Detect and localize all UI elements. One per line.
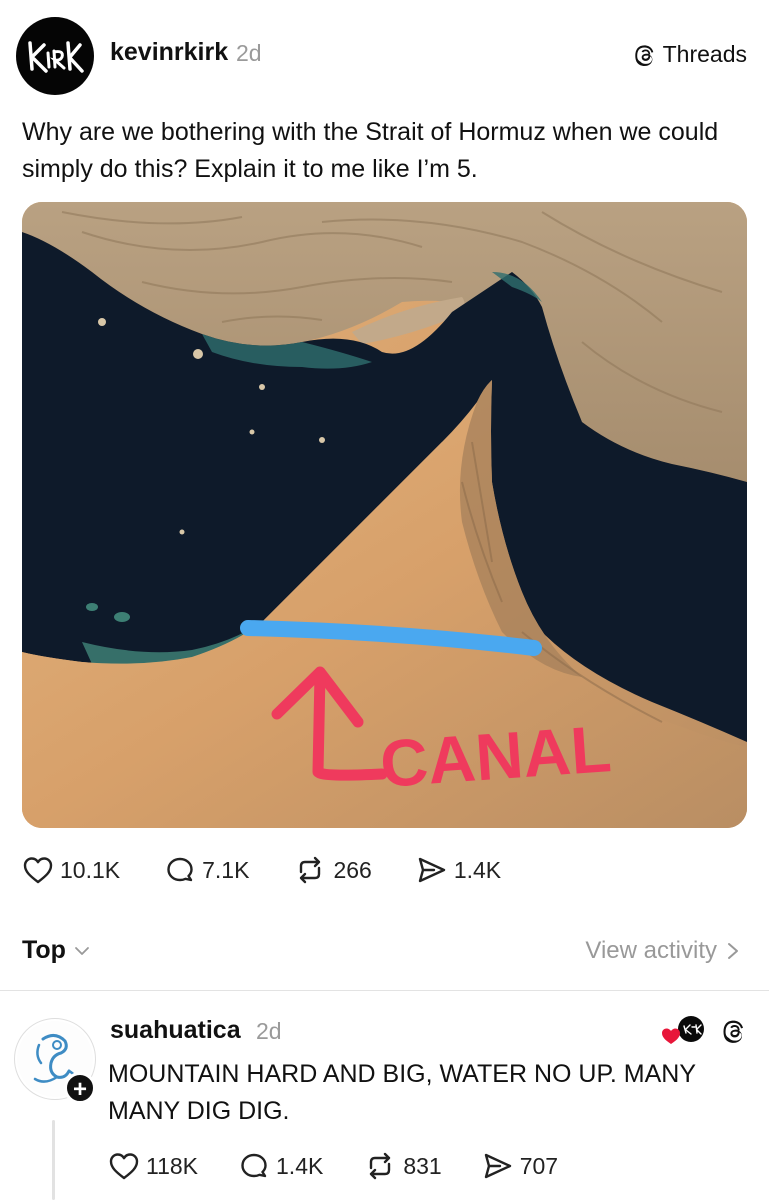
reply-share-button[interactable]: 707	[482, 1150, 558, 1182]
repost-icon	[300, 856, 321, 884]
like-button[interactable]: 10.1K	[22, 855, 120, 885]
comment-button[interactable]: 7.1K	[164, 854, 249, 886]
reply-repost-button[interactable]: 831	[363, 1150, 442, 1182]
reply-like-button[interactable]: 118K	[108, 1151, 198, 1181]
threads-badge-label: Threads	[662, 41, 747, 67]
comment-bubble-icon	[241, 1153, 267, 1178]
author-avatar[interactable]	[16, 17, 94, 95]
like-count: 10.1K	[60, 856, 121, 883]
repost-count: 266	[333, 856, 372, 883]
share-button[interactable]: 1.4K	[416, 854, 501, 886]
post-text: Why are we bothering with the Strait of …	[22, 118, 719, 183]
chevron-right-icon	[728, 943, 738, 959]
reply-comment-count: 1.4K	[276, 1152, 324, 1179]
section-divider	[0, 990, 769, 991]
send-icon	[418, 857, 446, 883]
threads-logo-icon[interactable]	[721, 1018, 747, 1044]
comment-count: 7.1K	[202, 856, 250, 883]
reply-repost-count: 831	[403, 1152, 442, 1179]
liked-by-author-icon[interactable]	[659, 1014, 709, 1048]
threads-badge[interactable]: Threads	[633, 41, 747, 68]
author-username[interactable]: kevinrkirk	[110, 38, 228, 67]
post-image-map[interactable]: CANAL	[22, 202, 747, 828]
kirk-logo	[28, 41, 84, 73]
reply-header-icons	[659, 1014, 747, 1048]
view-activity-label: View activity	[585, 937, 717, 964]
reply-share-count: 707	[519, 1152, 559, 1179]
share-count: 1.4K	[453, 856, 502, 883]
post-actions: 10.1K 7.1K 266 1.4K	[22, 852, 545, 888]
sort-label: Top	[22, 936, 66, 964]
heart-icon	[23, 857, 53, 884]
repost-icon	[370, 1152, 391, 1180]
reply-username[interactable]: suahuatica	[110, 1016, 241, 1045]
reply-time: 2d	[256, 1018, 282, 1044]
repost-button[interactable]: 266	[293, 854, 372, 886]
sort-dropdown[interactable]: Top	[22, 936, 90, 965]
threads-logo-icon	[634, 44, 653, 66]
follow-plus-button[interactable]: +	[64, 1072, 96, 1104]
reply-comment-button[interactable]: 1.4K	[238, 1150, 323, 1182]
satellite-map-image: CANAL	[22, 202, 747, 828]
reply-like-count: 118K	[146, 1152, 199, 1179]
comment-bubble-icon	[167, 857, 193, 882]
thread-connector-line	[52, 1120, 55, 1200]
reply-actions: 118K 1.4K 831 707	[108, 1148, 598, 1184]
chevron-down-icon	[74, 940, 90, 961]
post-time: 2d	[236, 40, 262, 66]
view-activity-link[interactable]: View activity	[585, 937, 739, 965]
send-icon	[484, 1153, 511, 1179]
reply-text: MOUNTAIN HARD AND BIG, WATER NO UP. MANY…	[108, 1060, 696, 1125]
heart-icon	[109, 1153, 139, 1180]
